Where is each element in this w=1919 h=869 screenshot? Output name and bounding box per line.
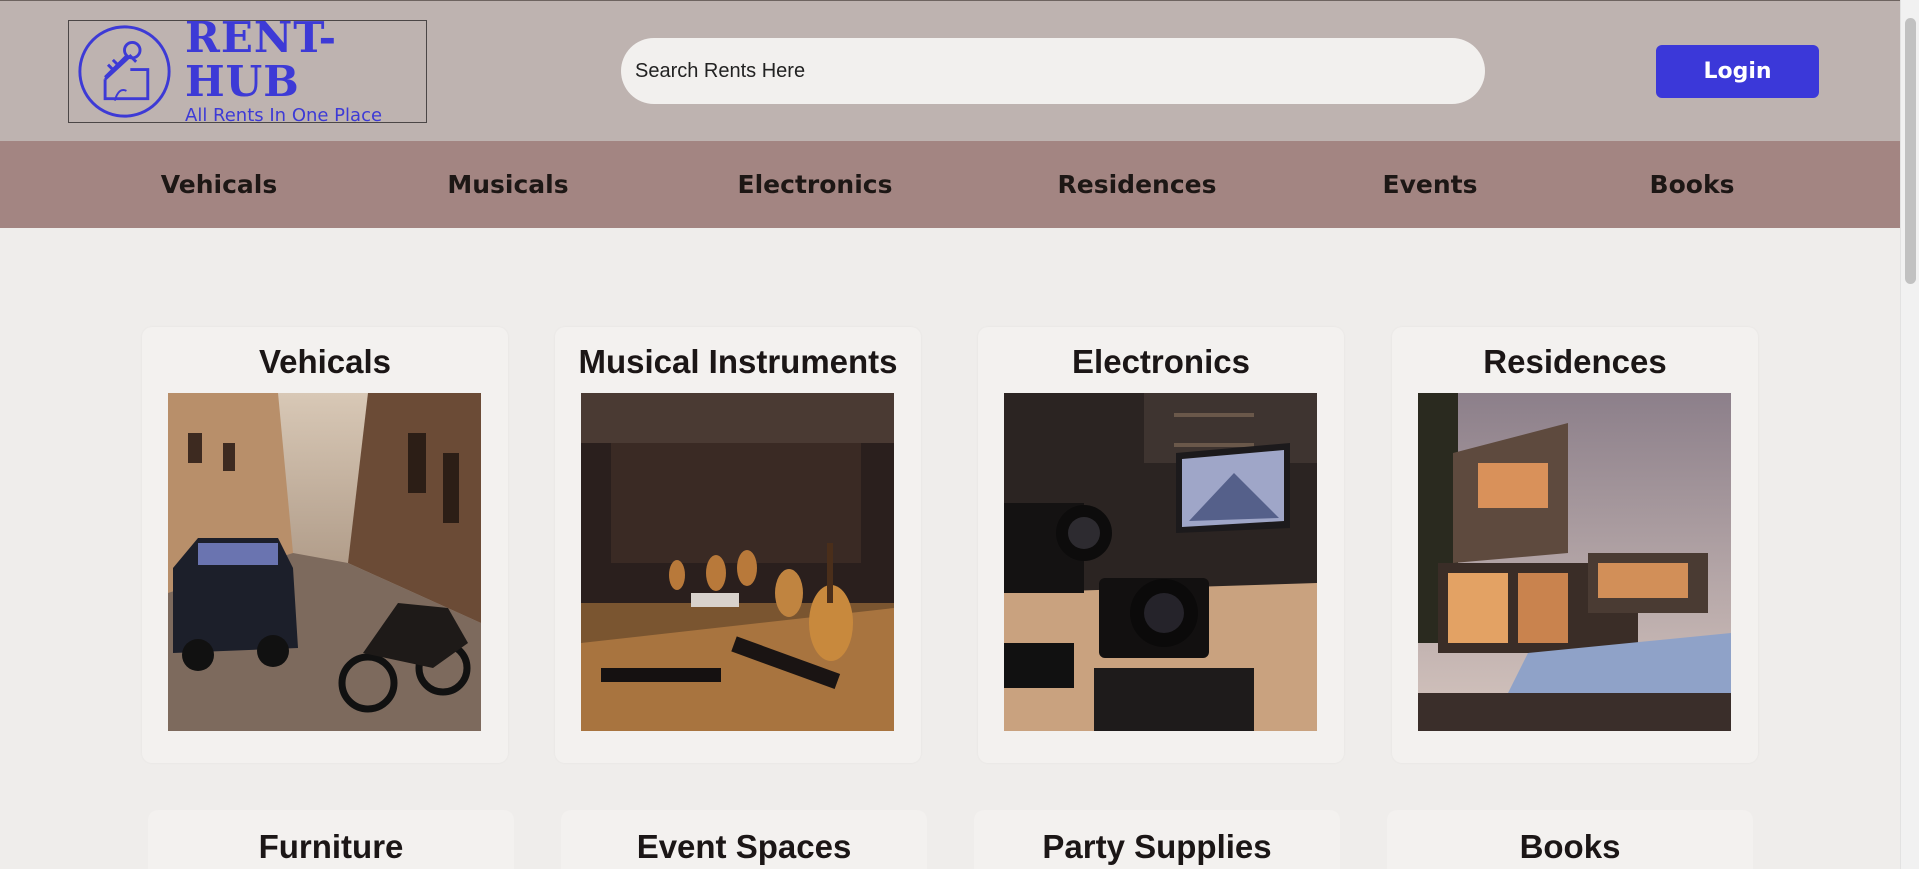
category-card-residences[interactable]: Residences xyxy=(1392,327,1758,763)
category-card-electronics[interactable]: Electronics xyxy=(978,327,1344,763)
logo-title: RENT-HUB xyxy=(185,13,338,106)
category-image-residences[interactable] xyxy=(1418,393,1731,731)
nav-item-vehicals[interactable]: Vehicals xyxy=(161,141,277,228)
category-nav: Vehicals Musicals Electronics Residences… xyxy=(0,141,1900,228)
category-image-electronics[interactable] xyxy=(1004,393,1317,731)
search-input[interactable] xyxy=(621,38,1485,104)
category-image-musical-instruments[interactable] xyxy=(581,393,894,731)
card-title: Residences xyxy=(1483,343,1667,380)
key-house-icon xyxy=(78,25,171,118)
category-card-musical-instruments[interactable]: Musical Instruments xyxy=(555,327,921,763)
scrollbar-thumb[interactable] xyxy=(1905,18,1916,284)
category-card-event-spaces[interactable]: Event Spaces xyxy=(561,810,927,869)
category-card-party-supplies[interactable]: Party Supplies xyxy=(974,810,1340,869)
page: RENT-HUB All Rents In One Place Login Ve… xyxy=(0,0,1900,869)
card-title: Vehicals xyxy=(258,343,392,380)
nav-item-events[interactable]: Events xyxy=(1383,141,1478,228)
nav-item-books[interactable]: Books xyxy=(1650,141,1735,228)
card-title: Party Supplies xyxy=(1042,828,1272,865)
header: RENT-HUB All Rents In One Place Login xyxy=(0,0,1900,141)
logo-tagline: All Rents In One Place xyxy=(185,105,383,126)
category-card-books[interactable]: Books xyxy=(1387,810,1753,869)
card-title: Books xyxy=(1519,828,1621,865)
nav-item-residences[interactable]: Residences xyxy=(1058,141,1217,228)
login-button[interactable]: Login xyxy=(1656,45,1819,98)
vertical-scrollbar[interactable] xyxy=(1900,0,1919,869)
card-title: Furniture xyxy=(258,828,404,865)
category-card-furniture[interactable]: Furniture xyxy=(148,810,514,869)
nav-item-musicals[interactable]: Musicals xyxy=(447,141,568,228)
logo[interactable]: RENT-HUB All Rents In One Place xyxy=(68,16,427,126)
card-title: Event Spaces xyxy=(636,828,852,865)
category-image-vehicals[interactable] xyxy=(168,393,481,731)
card-title: Electronics xyxy=(1072,343,1250,380)
card-title: Musical Instruments xyxy=(578,343,898,380)
category-card-vehicals[interactable]: Vehicals xyxy=(142,327,508,763)
nav-item-electronics[interactable]: Electronics xyxy=(738,141,893,228)
